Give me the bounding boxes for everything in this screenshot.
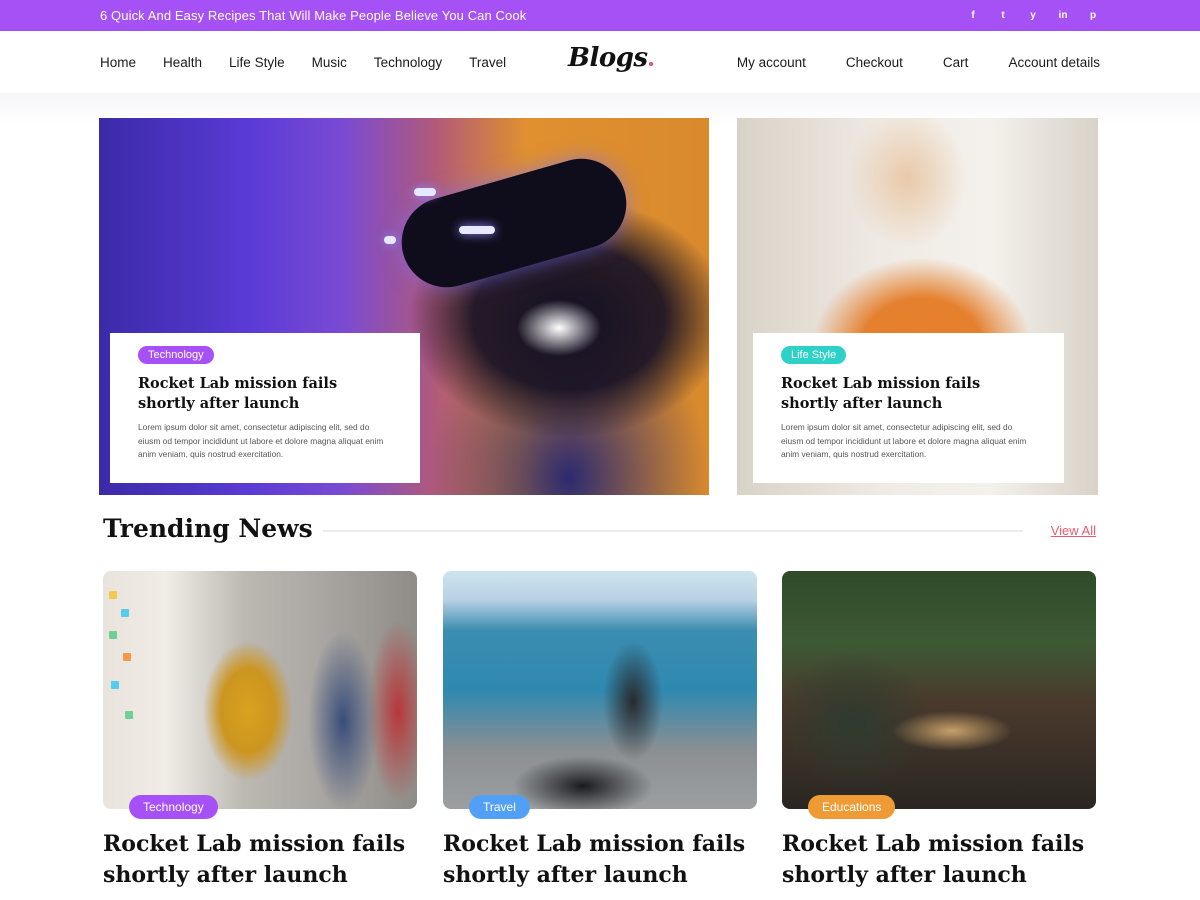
category-badge[interactable]: Life Style	[781, 346, 847, 364]
facebook-icon[interactable]: f	[966, 10, 980, 21]
hero-post-title[interactable]: Rocket Lab mission fails shortly after l…	[138, 374, 392, 414]
trending-card[interactable]: Educations Rocket Lab mission fails shor…	[782, 571, 1096, 888]
post-image[interactable]	[103, 571, 417, 809]
hero-post-title[interactable]: Rocket Lab mission fails shortly after l…	[781, 374, 1036, 414]
sticky-note	[111, 681, 119, 689]
hero-card: Life Style Rocket Lab mission fails shor…	[753, 333, 1064, 483]
hero-card: Technology Rocket Lab mission fails shor…	[110, 333, 420, 483]
linkedin-icon[interactable]: in	[1056, 10, 1070, 21]
category-badge[interactable]: Travel	[469, 795, 530, 819]
nav-health[interactable]: Health	[163, 55, 202, 70]
section-divider	[323, 530, 1023, 532]
nav-home[interactable]: Home	[100, 55, 136, 70]
nav-account-details[interactable]: Account details	[1008, 55, 1100, 70]
hero-post-excerpt: Lorem ipsum dolor sit amet, consectetur …	[781, 422, 1027, 459]
sticky-note	[121, 609, 129, 617]
youtube-icon[interactable]: y	[1026, 10, 1040, 21]
trending-card[interactable]: Travel Rocket Lab mission fails shortly …	[443, 571, 757, 888]
nav-music[interactable]: Music	[312, 55, 347, 70]
nav-checkout[interactable]: Checkout	[846, 55, 903, 70]
pinterest-icon[interactable]: p	[1086, 10, 1100, 21]
nav-travel[interactable]: Travel	[469, 55, 506, 70]
main-nav: Home Health Life Style Music Technology …	[100, 31, 533, 93]
category-badge[interactable]: Educations	[808, 795, 896, 819]
twitter-icon[interactable]: t	[996, 10, 1010, 21]
logo-dot	[648, 62, 653, 66]
site-header: Home Health Life Style Music Technology …	[0, 31, 1200, 93]
post-title[interactable]: Rocket Lab mission fails shortly after l…	[443, 829, 763, 891]
hero-post-excerpt: Lorem ipsum dolor sit amet, consectetur …	[138, 422, 384, 459]
sticky-note	[109, 631, 117, 639]
promo-text[interactable]: 6 Quick And Easy Recipes That Will Make …	[100, 8, 526, 23]
hero-image-light	[414, 188, 436, 196]
view-all-link[interactable]: View All	[1051, 523, 1096, 538]
post-title[interactable]: Rocket Lab mission fails shortly after l…	[103, 829, 423, 891]
nav-life-style[interactable]: Life Style	[229, 55, 285, 70]
post-title[interactable]: Rocket Lab mission fails shortly after l…	[782, 829, 1102, 891]
top-bar: 6 Quick And Easy Recipes That Will Make …	[0, 0, 1200, 31]
post-image[interactable]	[443, 571, 757, 809]
post-image[interactable]	[782, 571, 1096, 809]
logo-text: Blogs	[568, 43, 648, 73]
site-logo[interactable]: Blogs	[568, 43, 653, 73]
sticky-note	[125, 711, 133, 719]
category-badge[interactable]: Technology	[129, 795, 218, 819]
category-badge[interactable]: Technology	[138, 346, 214, 364]
nav-cart[interactable]: Cart	[943, 55, 969, 70]
hero-image-light	[459, 226, 495, 234]
hero-post-1[interactable]: Technology Rocket Lab mission fails shor…	[99, 118, 709, 495]
trending-card[interactable]: Technology Rocket Lab mission fails shor…	[103, 571, 417, 888]
social-links: f t y in p	[966, 10, 1100, 21]
hero-image-light	[384, 236, 396, 244]
account-nav: My account Checkout Cart Account details	[697, 31, 1100, 93]
sticky-note	[123, 653, 131, 661]
hero-image-vr-headset	[391, 148, 637, 298]
hero-post-2[interactable]: Life Style Rocket Lab mission fails shor…	[737, 118, 1098, 495]
nav-my-account[interactable]: My account	[737, 55, 806, 70]
section-title: Trending News	[103, 514, 313, 543]
sticky-note	[109, 591, 117, 599]
nav-technology[interactable]: Technology	[374, 55, 442, 70]
